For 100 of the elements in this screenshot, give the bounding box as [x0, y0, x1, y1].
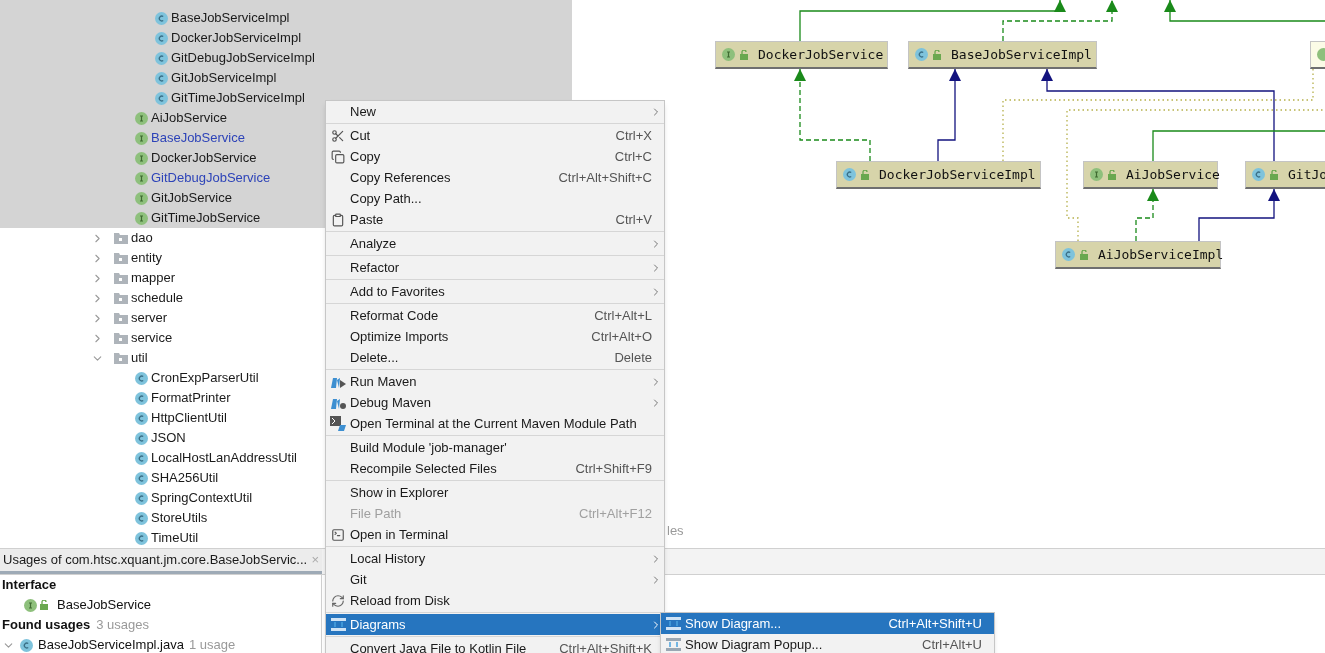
interface-icon — [135, 111, 148, 125]
tree-item-label: GitDebugJobService — [151, 169, 271, 188]
diagram-node[interactable]: AiJobServiceImpl — [1055, 241, 1221, 269]
tree-item-label: GitTimeJobServiceImpl — [171, 89, 305, 108]
folder-icon — [114, 292, 128, 304]
tree-item-label: service — [131, 329, 173, 348]
tree-item-label: DockerJobService — [151, 149, 257, 168]
diagram-icon — [330, 618, 346, 631]
tree-item-label: server — [131, 309, 168, 328]
interface-icon — [1090, 168, 1103, 181]
class-icon — [135, 451, 148, 465]
menu-item[interactable]: Recompile Selected Files Ctrl+Shift+F9 — [326, 458, 664, 479]
tree-item-label: util — [131, 349, 148, 368]
lock-icon — [933, 49, 942, 60]
usage-file[interactable]: BaseJobServiceImpl.java — [38, 635, 184, 653]
shortcut-text: Delete — [614, 348, 652, 367]
class-icon — [155, 51, 168, 65]
class-icon — [155, 71, 168, 85]
interface-icon — [135, 171, 148, 185]
usage-item[interactable]: BaseJobService — [57, 595, 151, 615]
node-label: DockerJobService — [758, 45, 884, 64]
folder-icon — [114, 352, 128, 364]
lock-icon — [1270, 169, 1279, 180]
copy-icon — [331, 149, 345, 164]
diagram-node[interactable]: DockerJobService — [715, 41, 888, 69]
folder-icon — [114, 252, 128, 264]
menu-item[interactable]: Build Module 'job-manager' — [326, 437, 664, 458]
interface-icon — [135, 131, 148, 145]
menu-item[interactable]: Optimize Imports Ctrl+Alt+O — [326, 326, 664, 347]
tree-item-label: CronExpParserUtil — [151, 369, 259, 388]
menu-item[interactable]: Show Diagram... Ctrl+Alt+Shift+U — [661, 613, 994, 634]
menu-item[interactable]: Open in Terminal — [326, 524, 664, 545]
shortcut-text: Ctrl+Shift+F9 — [575, 459, 652, 478]
diagram-node[interactable]: DockerJobServiceImpl — [836, 161, 1041, 189]
menu-item[interactable]: Open Terminal at the Current Maven Module Path — [326, 413, 664, 434]
tree-item-label: SpringContextUtil — [151, 489, 253, 508]
diagram-node[interactable]: BaseJobServiceImpl — [908, 41, 1097, 69]
scissors-icon — [331, 128, 345, 143]
class-icon — [155, 11, 168, 25]
class-icon — [843, 168, 856, 181]
folder-icon — [114, 232, 128, 244]
menu-item[interactable]: Add to Favorites — [326, 281, 664, 302]
menu-item[interactable]: Debug Maven — [326, 392, 664, 413]
tree-item[interactable]: DockerJobServiceImpl — [0, 28, 572, 48]
interface-icon — [24, 598, 37, 612]
menu-item[interactable]: Analyze — [326, 233, 664, 254]
maven-terminal-icon — [329, 415, 347, 432]
class-icon — [135, 391, 148, 405]
lock-icon — [1080, 249, 1089, 260]
menu-item[interactable]: Git — [326, 569, 664, 590]
tree-item[interactable]: GitDebugJobServiceImpl — [0, 48, 572, 68]
node-label: AiJobService — [1126, 165, 1220, 184]
lock-icon — [740, 49, 749, 60]
tree-item-label: entity — [131, 249, 163, 268]
terminal-icon — [331, 527, 345, 542]
shortcut-text: Ctrl+Alt+F12 — [579, 504, 652, 523]
lock-icon — [861, 169, 870, 180]
menu-item[interactable]: Show in Explorer — [326, 482, 664, 503]
tree-item-label: JSON — [151, 429, 186, 448]
diagram-node[interactable]: AiJobService — [1083, 161, 1218, 189]
class-icon — [135, 471, 148, 485]
tree-item-label: LocalHostLanAddressUtil — [151, 449, 297, 468]
interface-icon — [135, 151, 148, 165]
usage-count: 3 usages — [96, 616, 149, 635]
node-label: DockerJobServiceImpl — [879, 165, 1036, 184]
class-icon — [1252, 168, 1265, 181]
menu-item[interactable]: Reformat Code Ctrl+Alt+L — [326, 305, 664, 326]
shortcut-text: Ctrl+Alt+U — [922, 635, 982, 653]
menu-item[interactable]: Local History — [326, 548, 664, 569]
tree-item-label: schedule — [131, 289, 184, 308]
tree-item-label: FormatPrinter — [151, 389, 231, 408]
class-icon — [20, 638, 33, 652]
interface-icon — [135, 211, 148, 225]
tree-item-label: GitJobServiceImpl — [171, 69, 277, 88]
menu-item[interactable]: Reload from Disk — [326, 590, 664, 611]
class-icon — [135, 531, 148, 545]
lock-icon — [1108, 169, 1117, 180]
shortcut-text: Ctrl+C — [614, 147, 652, 166]
shortcut-text: Ctrl+Alt+Shift+U — [888, 614, 982, 633]
tree-item[interactable]: BaseJobServiceImpl — [0, 8, 572, 28]
tree-item-label: dao — [131, 229, 153, 248]
tree-item-label: GitDebugJobServiceImpl — [171, 49, 315, 68]
menu-item[interactable]: Show Diagram Popup... Ctrl+Alt+U — [661, 634, 994, 653]
tree-item[interactable]: GitJobServiceImpl — [0, 68, 572, 88]
clipboard-icon — [331, 212, 345, 227]
class-icon — [135, 431, 148, 445]
class-icon — [135, 411, 148, 425]
tree-item-label: SHA256Util — [151, 469, 219, 488]
hint-text: les — [667, 522, 684, 540]
section-heading: Interface — [2, 576, 58, 594]
usages-tab[interactable]: Usages of com.htsc.xquant.jm.core.BaseJobServic... × — [0, 549, 322, 574]
folder-icon — [114, 312, 128, 324]
reload-icon — [331, 593, 345, 608]
menu-item[interactable]: Convert Java File to Kotlin File Ctrl+Alt+Shift+K — [326, 638, 664, 653]
node-label: BaseJobServiceImpl — [951, 45, 1092, 64]
diagram-icon — [665, 617, 681, 630]
menu-item[interactable]: Run Maven — [326, 371, 664, 392]
tree-item-label: BaseJobServiceImpl — [171, 9, 290, 28]
menu-item[interactable]: Delete... Delete — [326, 347, 664, 368]
menu-item[interactable]: Refactor — [326, 257, 664, 278]
